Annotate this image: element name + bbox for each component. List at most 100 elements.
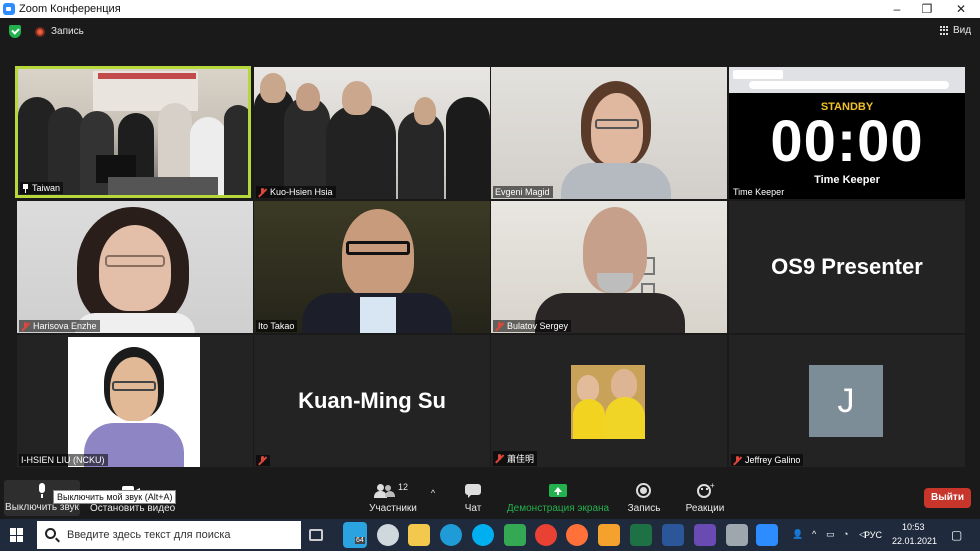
word-icon[interactable]	[662, 524, 684, 546]
firefox-icon[interactable]	[566, 524, 588, 546]
participant-name: Ito Takao	[258, 321, 295, 331]
share-screen-button[interactable]: Демонстрация экрана	[504, 481, 612, 514]
participant-name: Taiwan	[32, 183, 61, 193]
window-title: Zoom Конференция	[19, 3, 121, 15]
muted-mic-icon	[21, 321, 30, 331]
video-feed	[17, 201, 253, 333]
video-feed	[254, 67, 490, 199]
app-icon[interactable]	[694, 524, 716, 546]
minimize-button[interactable]: –	[880, 0, 914, 18]
participants-count: 12	[398, 482, 409, 492]
zoom-taskbar-icon[interactable]	[756, 524, 778, 546]
participant-name-tag: Harisova Enzhe	[19, 320, 100, 332]
reactions-label: Реакции	[685, 503, 725, 514]
clock-date[interactable]: 22.01.2021	[892, 536, 937, 546]
skype-icon[interactable]	[472, 524, 494, 546]
video-feed	[491, 201, 727, 333]
video-tile-taiwan[interactable]: Taiwan	[15, 66, 251, 198]
video-feed	[491, 67, 727, 199]
search-placeholder: Введите здесь текст для поиска	[67, 529, 231, 541]
video-tile-ito-takao[interactable]: Ito Takao	[254, 201, 490, 333]
video-feed	[18, 69, 248, 195]
windows-start-icon[interactable]	[10, 528, 24, 542]
video-tile-i-hsien-liu[interactable]: I-HSIEN LIU (NCKU)	[17, 335, 253, 467]
restore-button[interactable]: ❐	[910, 0, 944, 18]
reactions-button[interactable]: + Реакции	[684, 481, 726, 514]
video-tile-os9-presenter[interactable]: OS9 Presenter	[729, 201, 965, 333]
participant-name: Bulatov Sergey	[507, 321, 569, 331]
zoom-app-icon	[3, 3, 15, 15]
participant-name-tag: Time Keeper	[731, 186, 788, 198]
search-icon	[45, 528, 56, 539]
video-tile-bulatov-sergey[interactable]: Bulatov Sergey	[491, 201, 727, 333]
leave-meeting-button[interactable]: Выйти	[924, 488, 971, 508]
participant-name: Evgeni Magid	[495, 187, 550, 197]
participants-options-caret[interactable]: ^	[427, 488, 439, 498]
task-view-icon[interactable]	[309, 529, 323, 541]
video-tile-kuo-hsien-hsia[interactable]: Kuo-Hsien Hsia	[254, 67, 490, 199]
taskbar-search-box[interactable]: Введите здесь текст для поиска	[37, 521, 301, 549]
participants-label: Участники	[369, 503, 417, 514]
avatar: J	[809, 365, 883, 437]
timer-display: 00:00	[770, 109, 924, 174]
video-feed	[254, 201, 490, 333]
excel-icon[interactable]	[630, 524, 652, 546]
telegram-icon[interactable]: 64	[343, 522, 367, 548]
chrome-icon[interactable]	[535, 524, 557, 546]
video-tile-harisova-enzhe[interactable]: Harisova Enzhe	[17, 201, 253, 333]
participant-name-tag: Ito Takao	[256, 320, 298, 332]
app-icon[interactable]	[726, 524, 748, 546]
file-explorer-icon[interactable]	[408, 524, 430, 546]
app-icon[interactable]	[377, 524, 399, 546]
video-label: Остановить видео	[90, 503, 176, 514]
people-icon[interactable]: 👤	[792, 529, 803, 540]
participant-name-tag	[256, 455, 270, 466]
video-tile-evgeni-magid[interactable]: Evgeni Magid	[491, 67, 727, 199]
smiley-icon: +	[696, 481, 715, 499]
chevron-up-icon: ^	[430, 488, 436, 498]
participants-icon: 12	[373, 481, 413, 499]
wifi-icon[interactable]: ◔	[843, 529, 848, 539]
notifications-icon[interactable]: ▢	[951, 528, 962, 542]
window-titlebar: Zoom Конференция – ❐ ✕	[0, 0, 980, 18]
security-shield-icon[interactable]	[9, 25, 21, 38]
participant-name: Jeffrey Galino	[745, 455, 801, 465]
video-tile-hsiao-chia-ming[interactable]: 蕭佳明	[491, 335, 727, 467]
muted-mic-icon	[258, 187, 267, 197]
app-icon[interactable]	[598, 524, 620, 546]
clock-time[interactable]: 10:53	[902, 522, 925, 532]
profile-photo	[571, 365, 645, 439]
video-tile-jeffrey-galino[interactable]: J Jeffrey Galino	[729, 335, 965, 467]
meeting-topbar: Запись Вид	[0, 18, 980, 46]
video-tile-time-keeper[interactable]: STANDBY 00:00 Time Keeper Time Keeper	[729, 67, 965, 199]
windows-taskbar: Введите здесь текст для поиска 64 👤 ^ ▭ …	[0, 519, 980, 551]
google-drive-icon[interactable]	[504, 524, 526, 546]
chat-button[interactable]: Чат	[456, 481, 490, 514]
participants-button[interactable]: 12 Участники	[366, 481, 420, 514]
view-button[interactable]: Вид	[940, 25, 971, 36]
browser-chrome	[729, 67, 965, 93]
recording-icon	[35, 27, 45, 37]
participant-name-tag: Jeffrey Galino	[731, 454, 804, 466]
chat-bubble-icon	[465, 481, 481, 499]
participant-display-name: Kuan-Ming Su	[298, 388, 446, 413]
muted-mic-icon	[495, 321, 504, 331]
pin-icon	[22, 183, 29, 193]
participant-name-tag: I-HSIEN LIU (NCKU)	[19, 454, 108, 466]
mute-tooltip: Выключить мой звук (Alt+A)	[53, 490, 177, 504]
recording-label[interactable]: Запись	[51, 26, 84, 37]
participant-name: I-HSIEN LIU (NCKU)	[21, 455, 105, 465]
language-indicator[interactable]: РУС	[864, 530, 882, 540]
battery-icon[interactable]: ▭	[826, 529, 835, 540]
muted-mic-icon	[733, 455, 742, 465]
chat-label: Чат	[464, 503, 482, 514]
participant-name-tag: Taiwan	[20, 182, 64, 194]
record-button[interactable]: Запись	[626, 481, 662, 514]
close-window-button[interactable]: ✕	[944, 0, 978, 18]
video-tile-kuan-ming-su[interactable]: Kuan-Ming Su	[254, 335, 490, 467]
edge-browser-icon[interactable]	[440, 524, 462, 546]
share-screen-icon	[549, 481, 567, 499]
show-hidden-icons-chevron[interactable]: ^	[812, 529, 816, 539]
participant-name-tag: Evgeni Magid	[493, 186, 553, 198]
timer-caption: Time Keeper	[814, 174, 880, 186]
